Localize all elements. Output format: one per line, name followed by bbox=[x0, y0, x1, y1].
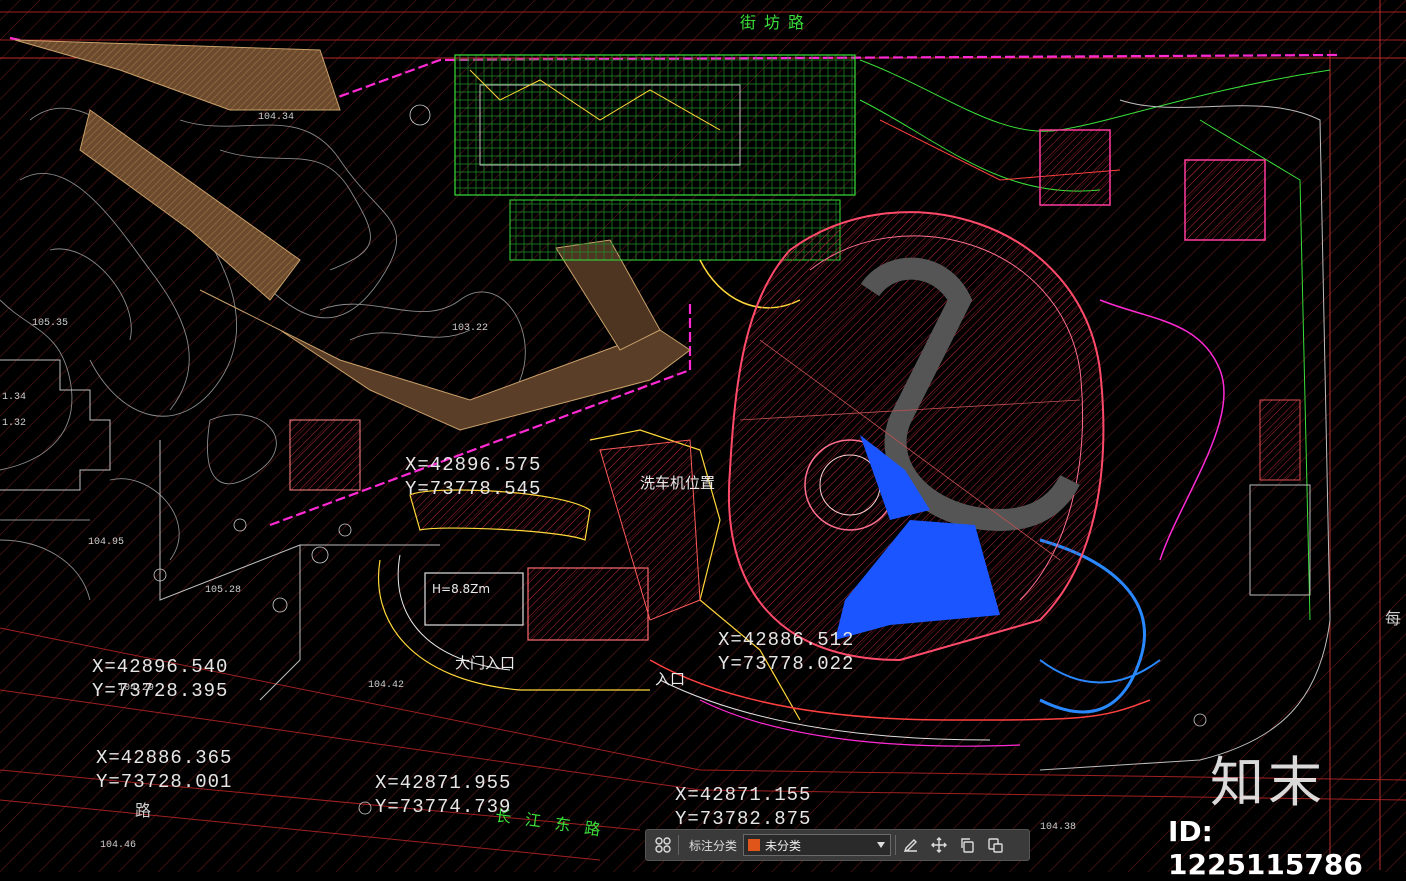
move-icon[interactable] bbox=[928, 834, 950, 856]
chevron-down-icon bbox=[877, 842, 886, 848]
elevation-label: 104.46 bbox=[100, 840, 137, 851]
elevation-label: 104.42 bbox=[368, 680, 405, 691]
elevation-label: 104.34 bbox=[258, 112, 295, 123]
coordinate-label-4: X=42886.365 Y=73728.001 bbox=[96, 747, 233, 793]
copy-icon[interactable] bbox=[956, 834, 978, 856]
road-name-north: 街坊路 bbox=[740, 13, 813, 32]
gate-label: 入口 bbox=[655, 670, 686, 688]
toolbar-divider bbox=[895, 835, 897, 855]
elevation-label: 105.28 bbox=[205, 585, 242, 596]
brand-watermark: 知末 bbox=[1210, 751, 1326, 814]
elevation-label: 104.95 bbox=[88, 537, 125, 548]
category-color-swatch bbox=[748, 839, 761, 851]
id-watermark: ID: 1225115786 bbox=[1168, 815, 1363, 881]
category-select-value: 未分类 bbox=[765, 838, 802, 853]
height-label: H=8.8Zm bbox=[432, 582, 491, 596]
elevation-label: 105.35 bbox=[32, 318, 69, 329]
edit-icon[interactable] bbox=[900, 834, 922, 856]
elevation-label: 104.38 bbox=[1040, 822, 1077, 833]
elevation-label: 1.32 bbox=[2, 418, 27, 429]
road-name-east: 每 bbox=[1385, 609, 1402, 628]
annotation-toolbar: 标注分类 未分类 bbox=[645, 829, 1030, 861]
paste-icon[interactable] bbox=[984, 834, 1006, 856]
annotation-category-select[interactable]: 未分类 bbox=[743, 834, 892, 856]
elevation-label: 104.29 bbox=[118, 683, 155, 694]
coordinate-label-5: X=42871.955 Y=73774.739 bbox=[375, 772, 512, 818]
main-gate-label: 大门入口 bbox=[455, 654, 516, 672]
coordinate-label-1: X=42896.575 Y=73778.545 bbox=[405, 454, 542, 500]
toolbar-divider bbox=[678, 835, 679, 855]
annotation-category-label: 标注分类 bbox=[689, 838, 738, 853]
grid-icon[interactable] bbox=[652, 834, 674, 856]
coordinate-label-2: X=42886.512 Y=73778.022 bbox=[718, 629, 855, 675]
wash-station-label: 洗车机位置 bbox=[640, 474, 716, 492]
elevation-label: 1.34 bbox=[2, 392, 27, 403]
elevation-label: 103.22 bbox=[452, 323, 489, 334]
